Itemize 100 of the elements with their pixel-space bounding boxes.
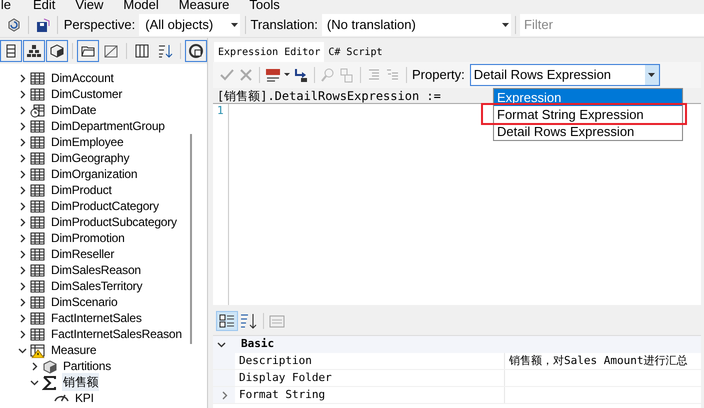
chevron-right-icon[interactable] <box>18 154 27 162</box>
table-warning-icon <box>30 342 45 358</box>
caret-icon <box>648 73 656 77</box>
chevron-right-icon[interactable] <box>18 138 27 146</box>
tree-item[interactable]: Measure <box>50 341 98 359</box>
chevron-right-icon[interactable] <box>18 74 27 82</box>
dropdown-option[interactable]: Detail Rows Expression <box>494 123 682 140</box>
chevron-right-icon[interactable] <box>18 218 27 226</box>
chevron-right-icon[interactable] <box>18 314 27 322</box>
folder-button[interactable] <box>77 40 99 62</box>
line-number: 1 <box>217 104 225 118</box>
tree-item[interactable]: DimEmployee <box>50 133 124 151</box>
table-icon <box>30 198 45 214</box>
tree-item[interactable]: DimSalesReason <box>50 261 142 279</box>
property-pages-icon <box>269 313 285 329</box>
dropdown-option[interactable]: Format String Expression <box>494 106 682 123</box>
category-header: Basic <box>241 336 274 352</box>
tree-item[interactable]: DimDepartmentGroup <box>50 117 166 135</box>
chevron-right-icon[interactable] <box>18 202 27 210</box>
menu-item[interactable]: Measure <box>178 0 230 12</box>
tree-item[interactable]: DimProductSubcategory <box>50 213 178 231</box>
property-dropdown[interactable]: Detail Rows Expression <box>470 64 660 86</box>
tree-item[interactable]: Partitions <box>62 357 112 375</box>
chevron-right-icon[interactable] <box>18 330 27 338</box>
list-view-button[interactable] <box>0 40 22 62</box>
property-name: Display Folder <box>235 370 505 386</box>
caret-icon <box>502 22 510 26</box>
save-cube-icon[interactable] <box>34 16 51 32</box>
table-icon <box>30 214 45 230</box>
table-icon <box>30 294 45 310</box>
tree-item[interactable]: DimScenario <box>50 293 118 311</box>
table-icon <box>30 166 45 182</box>
gauge-icon <box>54 394 69 402</box>
table-icon <box>30 70 45 86</box>
tree-item[interactable]: DimAccount <box>50 69 115 87</box>
table-icon <box>30 310 45 326</box>
metadata-button[interactable] <box>185 40 207 62</box>
cube-button[interactable] <box>46 40 68 62</box>
table-icon <box>30 118 45 134</box>
sort-icon[interactable] <box>240 312 258 330</box>
table-icon <box>30 182 45 198</box>
sigma-icon <box>42 374 57 390</box>
chevron-right-icon[interactable] <box>18 250 27 258</box>
tree-item[interactable]: DimDate <box>50 101 98 119</box>
deploy-icon[interactable] <box>293 67 309 83</box>
columns-icon <box>134 43 150 59</box>
chevron-right-icon[interactable] <box>18 106 27 114</box>
sort-icon <box>157 43 173 59</box>
chevron-right-icon[interactable] <box>18 234 27 242</box>
tree-item[interactable]: KPI <box>74 389 95 407</box>
categorized-button[interactable] <box>216 311 238 331</box>
cube-icon <box>42 358 57 374</box>
table-icon <box>30 150 45 166</box>
hierarchy-button[interactable] <box>23 40 45 62</box>
table-icon <box>30 278 45 294</box>
chevron-right-icon[interactable] <box>18 282 27 290</box>
perspective-label: Perspective: <box>64 16 136 34</box>
tree-item[interactable]: FactInternetSales <box>50 309 143 327</box>
property-name: Format String <box>235 387 505 403</box>
perspective-dropdown[interactable]: (All objects) <box>139 14 240 36</box>
tree-item[interactable]: DimCustomer <box>50 85 124 103</box>
date-table-icon <box>30 102 45 118</box>
chevron-right-icon[interactable] <box>18 298 27 306</box>
tree-item[interactable]: DimProduct <box>50 181 113 199</box>
caret-icon <box>230 22 238 26</box>
cube-icon <box>49 43 65 59</box>
translation-dropdown[interactable]: (No translation) <box>322 14 512 36</box>
property-value: 销售额，对Sales Amount进行汇总 <box>509 352 688 369</box>
chevron-right-icon[interactable] <box>30 362 39 370</box>
property-name: Description <box>235 353 505 369</box>
table-icon <box>30 246 45 262</box>
chevron-down-icon[interactable] <box>217 340 226 349</box>
chevron-right-icon[interactable] <box>18 266 27 274</box>
tree-item[interactable]: DimOrganization <box>50 165 138 183</box>
filter-field[interactable]: Filter <box>520 14 704 36</box>
dax-format-icon[interactable] <box>265 67 281 83</box>
table-icon <box>30 262 45 278</box>
tree-item[interactable]: 销售额 <box>62 373 100 391</box>
tab[interactable]: Expression Editor <box>214 42 324 62</box>
table-icon <box>30 230 45 246</box>
tree-item[interactable]: DimGeography <box>50 149 130 167</box>
scrollbar[interactable] <box>190 134 192 344</box>
chevron-right-icon[interactable] <box>18 186 27 194</box>
chevron-right-icon[interactable] <box>18 170 27 178</box>
chevron-down-icon[interactable] <box>30 378 39 386</box>
chevron-right-icon[interactable] <box>18 122 27 130</box>
property-label: Property: <box>412 66 465 84</box>
table-icon <box>30 326 45 342</box>
tree-item[interactable]: FactInternetSalesReason <box>50 325 183 343</box>
table-icon <box>30 134 45 150</box>
checkmark-icon[interactable] <box>219 67 235 83</box>
cube-refresh-icon[interactable] <box>6 16 22 32</box>
hidden-objects-icon <box>103 43 119 59</box>
tree-item[interactable]: DimPromotion <box>50 229 126 247</box>
chevron-down-icon[interactable] <box>18 346 27 354</box>
tree-item[interactable]: DimReseller <box>50 245 116 263</box>
tree-item[interactable]: DimSalesTerritory <box>50 277 144 295</box>
chevron-right-icon[interactable] <box>18 90 27 98</box>
hierarchy-icon <box>26 43 42 59</box>
tree-item[interactable]: DimProductCategory <box>50 197 160 215</box>
